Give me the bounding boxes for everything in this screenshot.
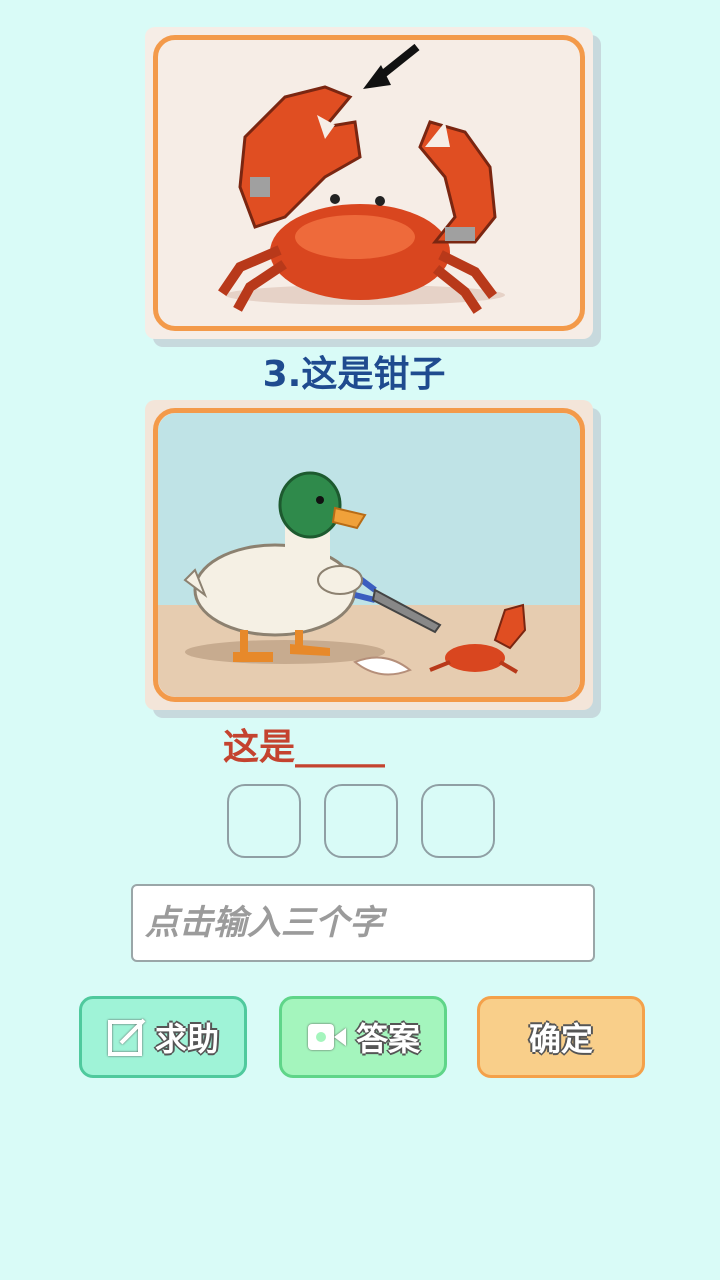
help-button-label: 求助	[154, 1020, 219, 1058]
help-button[interactable]: 求助	[79, 996, 247, 1078]
answer-input[interactable]	[131, 884, 595, 962]
answer-slot-2	[324, 784, 398, 858]
confirm-button[interactable]: 确定	[477, 996, 645, 1078]
crab-claw-image	[218, 43, 505, 314]
edit-icon	[107, 1018, 146, 1056]
answer-button-label: 答案	[355, 1020, 420, 1058]
duck-pliers-image	[183, 471, 527, 676]
video-camera-icon	[307, 1024, 346, 1050]
question-title: 3.这是钳子	[262, 354, 446, 395]
answer-slot-3	[421, 784, 495, 858]
answer-button[interactable]: 答案	[279, 996, 447, 1078]
arrow-pointer-icon	[363, 43, 420, 89]
question-prompt: 这是_____	[222, 727, 385, 768]
confirm-button-label: 确定	[528, 1020, 593, 1058]
answer-slot-1	[227, 784, 301, 858]
crab-claw-image-card	[145, 27, 593, 339]
duck-pliers-image-card	[145, 400, 593, 710]
